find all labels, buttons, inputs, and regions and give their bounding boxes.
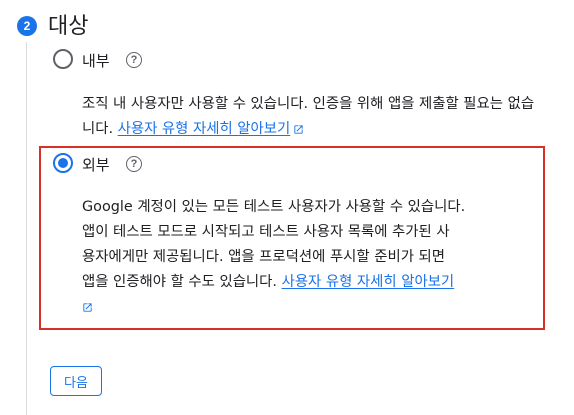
external-link-icon[interactable] [82,302,93,313]
internal-label: 내부 [82,52,110,70]
external-description-line: 용자에게만 제공됩니다. 앱을 프로덕션에 푸시할 준비가 되면 [82,249,446,265]
internal-description: 조직 내 사용자만 사용할 수 있습니다. 인증을 위해 앱을 제출할 필요는 … [82,92,542,142]
external-description-line: 앱을 인증해야 할 수도 있습니다. [82,274,277,290]
external-learn-more-link[interactable]: 사용자 유형 자세히 알아보기 [282,274,455,290]
external-label: 외부 [82,156,110,174]
external-radio[interactable] [53,153,73,173]
external-description-line: Google 계정이 있는 모든 테스트 사용자가 사용할 수 있습니다. [82,199,466,215]
external-description-line: 앱이 테스트 모드로 시작되고 테스트 사용자 목록에 추가된 사 [82,224,450,240]
external-link-icon [294,125,303,134]
step-number-badge: 2 [17,16,37,36]
external-description: Google 계정이 있는 모든 테스트 사용자가 사용할 수 있습니다. 앱이… [82,195,542,320]
radio-selected-dot [58,158,68,168]
help-icon[interactable]: ? [126,156,142,172]
help-icon[interactable]: ? [126,52,142,68]
step-connector-line [26,42,27,415]
external-description-last-line: 앱을 인증해야 할 수도 있습니다. 사용자 유형 자세히 알아보기 [82,270,542,295]
external-link-icon-row [82,295,542,320]
step-title: 대상 [48,14,89,39]
next-button[interactable]: 다음 [50,366,102,396]
internal-learn-more-link[interactable]: 사용자 유형 자세히 알아보기 [118,121,305,137]
internal-radio[interactable] [53,49,73,69]
